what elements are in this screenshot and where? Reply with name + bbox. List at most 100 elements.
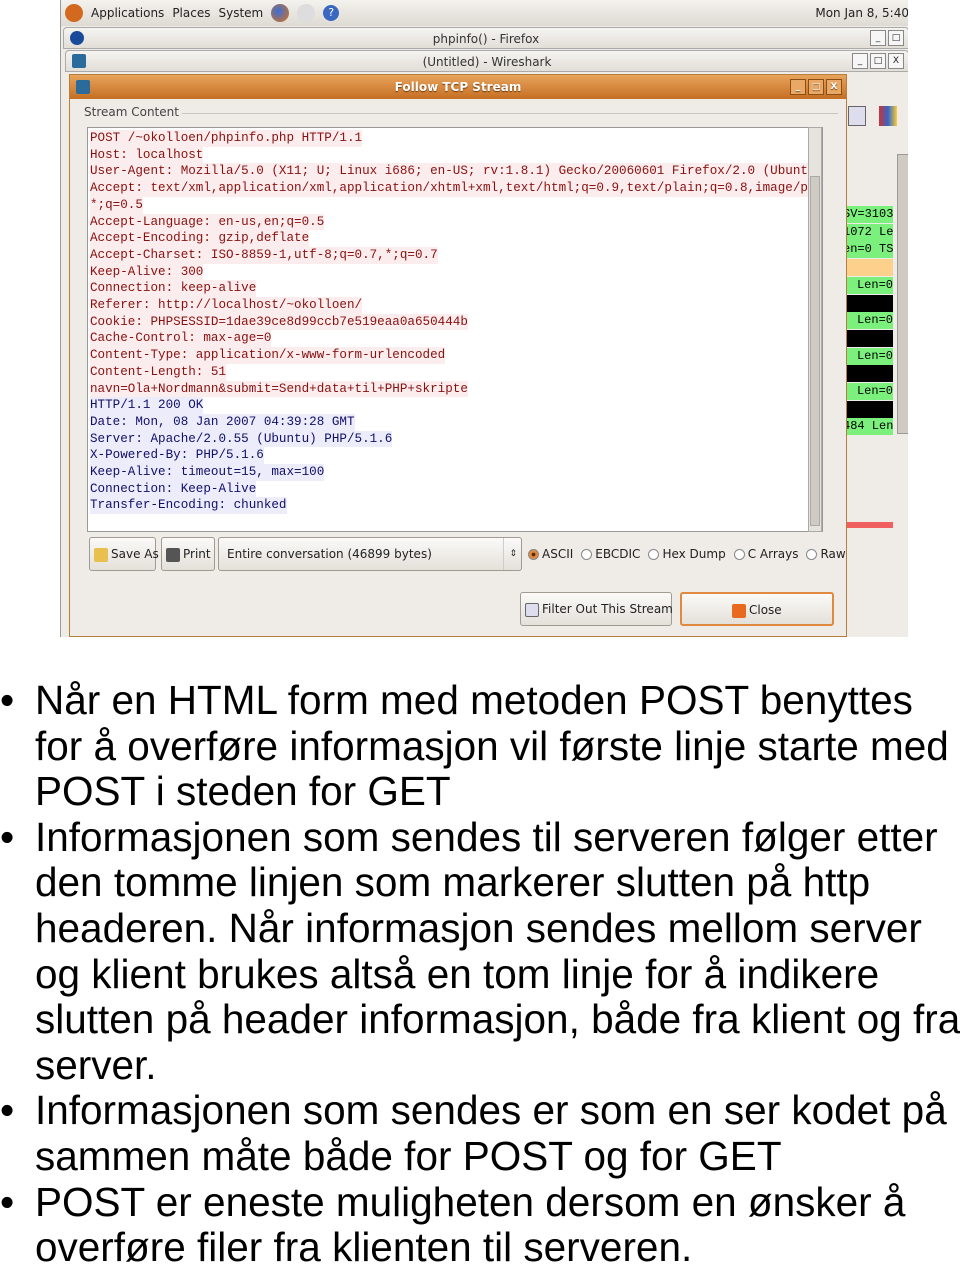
stream-line: Accept-Language: en-us,en;q=0.5 xyxy=(90,213,325,231)
stream-line: Server: Apache/2.0.55 (Ubuntu) PHP/5.1.6 xyxy=(90,430,393,448)
bullet-item: Når en HTML form med metoden POST benytt… xyxy=(0,677,960,815)
bullet-item: POST er eneste muligheten dersom en ønsk… xyxy=(0,1178,960,1271)
filter-out-stream-button[interactable]: Filter Out This Stream xyxy=(520,592,673,626)
firefox-icon xyxy=(70,31,84,45)
ubuntu-logo-icon xyxy=(65,4,83,22)
radio-label: Raw xyxy=(820,547,846,561)
bullet-line: og klient brukes altså en tom linje for … xyxy=(35,950,880,997)
help-icon[interactable]: ? xyxy=(323,5,340,21)
bullet-line: Informasjonen som sendes til serveren fø… xyxy=(35,813,938,860)
packet-row[interactable]: en=0 TS xyxy=(843,241,893,259)
stream-content-text[interactable]: POST /~okolloen/phpinfo.php HTTP/1.1 Host… xyxy=(87,127,823,532)
print-label: Print xyxy=(183,547,211,561)
radio-raw[interactable]: Raw xyxy=(806,547,846,561)
wireshark-icon xyxy=(72,54,86,68)
save-as-button[interactable]: Save As xyxy=(89,537,159,571)
screenshot: Applications Places System ? Mon Jan 8, … xyxy=(60,0,908,637)
stream-line: HTTP/1.1 200 OK xyxy=(90,397,204,414)
stream-line: POST /~okolloen/phpinfo.php HTTP/1.1 xyxy=(90,130,363,147)
firefox-launcher-icon[interactable] xyxy=(271,4,290,22)
bullet-line: headeren. Når informasjon sendes mellom … xyxy=(35,904,922,951)
bullet-line: POST i steden for GET xyxy=(35,768,451,815)
packet-row[interactable] xyxy=(843,400,893,418)
print-button[interactable]: Print xyxy=(161,537,215,571)
packet-row[interactable]: Len=0 xyxy=(843,276,893,294)
conversation-value: Entire conversation (46899 bytes) xyxy=(227,547,432,561)
wireshark-title: (Untitled) - Wireshark xyxy=(422,55,552,69)
close-dialog-button[interactable]: Close xyxy=(680,592,834,626)
stream-line: X-Powered-By: PHP/5.1.6 xyxy=(90,447,264,465)
maximize-button[interactable]: □ xyxy=(888,30,904,46)
packet-row[interactable]: Len=0 xyxy=(843,312,893,330)
minimize-button[interactable]: _ xyxy=(870,30,886,46)
stream-line: navn=Ola+Nordmann&submit=Send+data+til+P… xyxy=(90,380,468,398)
close-icon xyxy=(732,603,746,618)
packet-row[interactable] xyxy=(843,329,893,347)
mail-launcher-icon[interactable] xyxy=(297,4,316,22)
packet-row[interactable] xyxy=(843,259,893,277)
printer-icon xyxy=(166,547,180,562)
stream-line: Transfer-Encoding: chunked xyxy=(90,497,287,515)
close-label: Close xyxy=(749,603,782,617)
radio-label: EBCDIC xyxy=(595,547,641,561)
menu-applications[interactable]: Applications xyxy=(91,6,164,20)
stream-line: Cookie: PHPSESSID=1dae39ce8d99ccb7e519ea… xyxy=(90,313,468,331)
bullet-line: Når en HTML form med metoden POST benytt… xyxy=(35,677,913,723)
radio-ebcdic[interactable]: EBCDIC xyxy=(581,547,640,561)
radio-c-arrays[interactable]: C Arrays xyxy=(733,547,798,561)
minimize-button[interactable]: _ xyxy=(790,79,806,95)
firefox-title: phpinfo() - Firefox xyxy=(432,32,540,46)
save-icon xyxy=(94,547,108,562)
clock[interactable]: Mon Jan 8, 5:40 xyxy=(815,6,908,20)
bullet-item: Informasjonen som sendes til serveren fø… xyxy=(0,813,960,1089)
bullet-line: for å overføre informasjon vil første li… xyxy=(35,722,949,769)
bullet-line: server. xyxy=(35,1041,157,1088)
radio-ascii[interactable]: ASCII xyxy=(528,547,573,561)
top-panel: Applications Places System ? Mon Jan 8, … xyxy=(61,0,908,26)
radio-label: Hex Dump xyxy=(662,547,726,561)
packet-row[interactable]: Len=0 xyxy=(843,383,893,400)
dialog-title: Follow TCP Stream xyxy=(394,80,522,94)
minimize-button[interactable]: _ xyxy=(852,53,868,69)
bullet-line: POST er eneste muligheten dersom en ønsk… xyxy=(35,1178,906,1225)
filter-icon[interactable] xyxy=(848,106,866,126)
stream-line: Content-Length: 51 xyxy=(90,363,227,381)
save-as-label: Save As xyxy=(111,547,159,561)
packet-row[interactable]: SV=3103 xyxy=(843,206,893,223)
packet-row[interactable]: 1072 Le xyxy=(843,223,893,241)
menu-places[interactable]: Places xyxy=(172,6,210,20)
radio-circle-icon xyxy=(528,549,539,560)
close-button[interactable]: X xyxy=(826,79,842,95)
coloring-rules-icon[interactable] xyxy=(879,106,897,126)
packet-row[interactable]: 484 Len xyxy=(843,418,893,436)
menu-system[interactable]: System xyxy=(218,6,263,20)
stream-line: Accept: text/xml,application/xml,applica… xyxy=(90,180,822,197)
wireshark-titlebar: (Untitled) - Wireshark _ □ X xyxy=(65,50,908,72)
stream-line: Content-Type: application/x-www-form-url… xyxy=(90,347,446,364)
packet-row[interactable] xyxy=(843,294,893,312)
wireshark-icon xyxy=(76,80,90,94)
bullet-line: sammen måte både for POST og for GET xyxy=(35,1132,782,1179)
conversation-select[interactable]: Entire conversation (46899 bytes) ⇕ xyxy=(218,537,522,571)
filter-icon xyxy=(525,602,539,617)
stream-line: Accept-Charset: ISO-8859-1,utf-8;q=0.7,*… xyxy=(90,246,438,264)
stream-scrollbar[interactable] xyxy=(808,127,822,532)
radio-label: ASCII xyxy=(542,547,574,561)
bullet-line: den tomme linjen som markerer slutten på… xyxy=(35,859,871,906)
packet-row[interactable] xyxy=(843,365,893,383)
radio-circle-icon xyxy=(733,549,745,560)
packet-list-scrollbar[interactable] xyxy=(897,154,908,434)
bullet-line: Informasjonen som sendes er som en ser k… xyxy=(35,1087,947,1134)
maximize-button[interactable]: □ xyxy=(870,53,886,69)
stream-line: Cache-Control: max-age=0 xyxy=(90,330,272,348)
packet-row[interactable]: Len=0 xyxy=(843,347,893,365)
radio-hex-dump[interactable]: Hex Dump xyxy=(648,547,726,561)
selected-row xyxy=(843,522,893,528)
maximize-button[interactable]: □ xyxy=(808,79,824,95)
close-button[interactable]: X xyxy=(888,53,904,69)
wireshark-packet-list: SV=3103 1072 Le en=0 TS Len=0 Len=0 Len=0 Len=… xyxy=(843,74,908,637)
stream-line: Accept-Encoding: gzip,deflate xyxy=(90,230,310,247)
stream-line: Connection: Keep-Alive xyxy=(90,480,257,498)
stream-line: Connection: keep-alive xyxy=(90,280,257,298)
bullet-list: Når en HTML form med metoden POST benytt… xyxy=(0,677,960,1271)
